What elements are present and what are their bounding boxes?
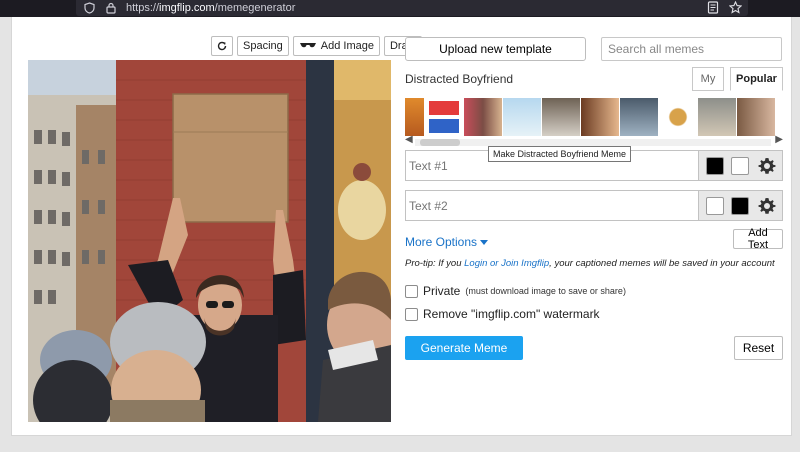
template-thumbnail[interactable] [425,98,463,136]
template-thumbnail[interactable] [698,98,736,136]
scroll-track [415,139,771,146]
meme-image [28,60,391,422]
reset-button[interactable]: Reset [734,336,783,360]
text-1-fill-color[interactable] [706,157,724,175]
scroll-right-icon[interactable]: ▶ [775,134,783,145]
url-text[interactable]: https://imgflip.com/memegenerator [126,2,295,14]
text-1-controls [699,150,783,181]
watermark-option[interactable]: Remove "imgflip.com" watermark [405,307,600,321]
scroll-handle[interactable] [420,139,460,146]
gear-icon[interactable] [757,196,777,216]
scroll-left-icon[interactable]: ◀ [405,134,413,145]
lock-icon[interactable] [104,1,118,15]
template-thumbnail[interactable] [620,98,658,136]
private-label: Private [423,284,461,298]
meme-canvas[interactable] [28,60,391,422]
template-thumbnail[interactable] [464,98,502,136]
pro-tip-prefix: Pro-tip: If you [405,258,465,269]
text-1-outline-color[interactable] [731,157,749,175]
generate-meme-button[interactable]: Generate Meme [405,336,523,360]
template-name: Distracted Boyfriend [405,72,514,86]
text-2-controls [699,190,783,221]
text-2-outline-color[interactable] [731,197,749,215]
template-thumbnail[interactable] [659,98,697,136]
browser-toolbar: https://imgflip.com/memegenerator [0,0,800,17]
login-join-link[interactable]: Login or Join Imgflip [464,258,549,269]
tab-my[interactable]: My [692,67,724,91]
pro-tip: Pro-tip: If you Login or Join Imgflip, y… [405,258,775,269]
private-option[interactable]: Private (must download image to save or … [405,284,626,298]
thumbnail-tooltip: Make Distracted Boyfriend Meme [488,146,632,162]
caret-down-icon [480,240,489,245]
more-options-label: More Options [405,235,478,249]
template-thumbnail[interactable] [737,98,775,136]
tab-popular[interactable]: Popular [730,67,783,91]
sunglasses-icon [299,43,316,48]
gear-icon[interactable] [757,156,777,176]
spacing-button[interactable]: Spacing [237,36,289,56]
pro-tip-suffix: , your captioned memes will be saved in … [549,258,775,269]
text-2-fill-color[interactable] [706,197,724,215]
template-thumbnail[interactable] [581,98,619,136]
url-bar[interactable]: https://imgflip.com/memegenerator [76,0,748,16]
add-image-label: Add Image [320,40,374,52]
watermark-label: Remove "imgflip.com" watermark [423,307,600,321]
private-note: (must download image to save or share) [465,286,626,296]
url-scheme: https:// [126,2,160,14]
add-image-button[interactable]: Add Image [292,36,380,56]
editor-toolbar: Spacing Add Image Draw [211,36,422,56]
template-thumbnail[interactable] [405,98,424,136]
meme-generator-panel: Spacing Add Image Draw Upload new templa… [11,17,792,436]
url-host: imgflip.com [159,2,215,14]
search-memes-input[interactable] [601,37,782,61]
text-2-input[interactable] [405,190,699,221]
more-options-toggle[interactable]: More Options [405,235,489,249]
refresh-icon [217,41,227,51]
template-thumbnail[interactable] [542,98,580,136]
watermark-checkbox[interactable] [405,307,418,321]
rotate-button[interactable] [211,36,233,56]
bookmark-star-icon[interactable] [728,0,743,17]
url-path: /memegenerator [214,2,296,14]
template-thumbnail[interactable] [503,98,541,136]
reader-view-icon[interactable] [707,1,719,17]
shield-icon[interactable] [82,1,96,15]
private-checkbox[interactable] [405,284,418,298]
template-thumbnail-strip [405,98,783,136]
upload-template-button[interactable]: Upload new template [405,37,586,61]
add-text-button[interactable]: Add Text [733,227,783,251]
